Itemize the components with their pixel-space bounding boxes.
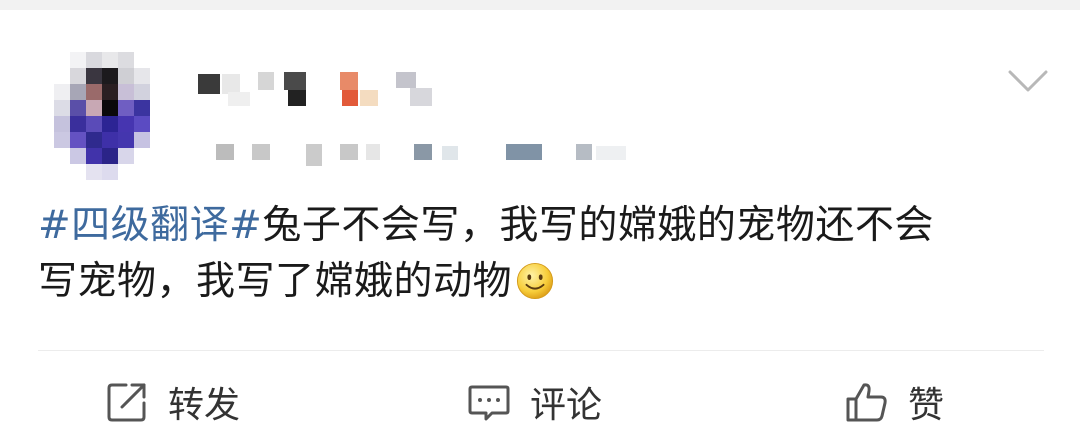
post-line-1: #四级翻译#兔子不会写，我写的嫦娥的宠物还不会 <box>38 198 1048 254</box>
comment-icon <box>468 385 510 421</box>
post-text-part-2: 写宠物，我写了嫦娥的动物 <box>38 259 513 304</box>
post-line-2: 写宠物，我写了嫦娥的动物 <box>38 254 1048 310</box>
comment-label: 评论 <box>530 385 603 426</box>
divider <box>38 350 1044 351</box>
share-button[interactable]: 转发 <box>104 372 240 432</box>
hashtag-link[interactable]: #四级翻译# <box>38 203 262 248</box>
smile-emoji-icon <box>516 262 554 300</box>
avatar[interactable] <box>54 52 166 180</box>
weibo-post-card: #四级翻译#兔子不会写，我写的嫦娥的宠物还不会 写宠物，我写了嫦娥的动物 转发 … <box>0 0 1080 440</box>
post-content: #四级翻译#兔子不会写，我写的嫦娥的宠物还不会 写宠物，我写了嫦娥的动物 <box>38 198 1048 310</box>
like-label: 赞 <box>908 385 945 426</box>
like-button[interactable]: 赞 <box>844 372 944 432</box>
chevron-down-icon[interactable] <box>1006 66 1050 96</box>
thumbs-up-icon <box>846 383 887 422</box>
top-separator <box>0 0 1080 10</box>
share-icon <box>107 383 146 422</box>
share-label: 转发 <box>168 385 241 426</box>
comment-button[interactable]: 评论 <box>466 372 602 432</box>
post-text-part-1: 兔子不会写，我写的嫦娥的宠物还不会 <box>262 203 934 248</box>
